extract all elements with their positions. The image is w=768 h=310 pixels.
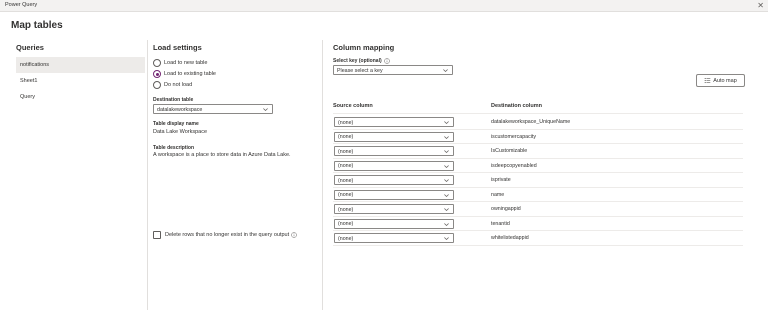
destination-column-value: iscustomercapacity [491,133,537,140]
table-row: (none) iscustomercapacity [333,130,743,144]
chevron-down-icon [444,208,449,212]
source-column-value: (none) [338,134,354,140]
page-title: Map tables [11,20,63,31]
chevron-down-icon [444,237,449,241]
source-column-value: (none) [338,148,354,155]
source-column-dropdown[interactable]: (none) [334,233,454,243]
load-settings-pane: Load settings Load to new table Load to … [153,40,315,310]
table-header-divider [333,113,743,114]
query-item-sheet1[interactable]: Sheet1 [16,73,145,89]
source-column-dropdown[interactable]: (none) [334,189,454,200]
table-description-label: Table description [153,145,195,151]
chevron-down-icon [443,69,448,73]
destination-column-value: name [491,191,505,198]
chevron-down-icon [444,150,449,154]
radio-circle[interactable] [153,81,161,89]
source-column-value: (none) [338,206,354,213]
select-key-label: Select key (optional) [333,58,382,64]
source-column-header: Source column [333,103,373,109]
source-column-value: (none) [338,177,354,184]
table-row: (none) owningappid [333,202,743,217]
radio-label: Do not load [164,82,193,88]
table-row: (none) isprivate [333,173,743,188]
table-row: (none) IsCustomizable [333,144,743,159]
column-mapping-heading: Column mapping [333,43,395,52]
table-display-name-value: Data Lake Workspace [153,128,208,135]
auto-map-label: Auto map [713,77,737,84]
pane-divider [322,40,323,310]
source-column-value: (none) [338,163,354,169]
destination-column-value: tenantid [491,220,510,227]
table-row: (none) whitelistedappid [333,231,743,246]
info-icon[interactable] [383,58,390,64]
radio-circle-selected[interactable] [153,70,161,78]
query-item-notifications[interactable]: notifications [16,57,145,73]
delete-rows-checkbox[interactable]: Delete rows that no longer exist in the … [153,231,297,239]
destination-column-header: Destination column [491,103,543,109]
chevron-down-icon [444,193,449,197]
source-column-dropdown[interactable]: (none) [334,131,454,142]
chevron-down-icon [444,135,449,139]
table-description-value: A workspace is a place to store data in … [153,152,291,158]
chevron-down-icon [444,179,449,183]
radio-load-to-new-table[interactable]: Load to new table [153,58,207,68]
source-column-value: (none) [338,192,354,198]
source-column-dropdown[interactable]: (none) [334,175,454,185]
radio-label: Load to new table [164,60,208,66]
pane-divider [147,40,148,310]
delete-rows-label: Delete rows that no longer exist in the … [165,232,290,238]
destination-table-dropdown[interactable]: datalakeworkspace [153,104,273,114]
select-key-dropdown[interactable]: Please select a key [333,65,453,75]
select-key-placeholder: Please select a key [337,67,383,74]
table-row: (none) datalakeworkspace_UniqueName [333,115,743,130]
destination-column-value: IsCustomizable [491,148,528,154]
chevron-down-icon [444,121,449,125]
column-mapping-pane: Column mapping Select key (optional) Ple… [333,40,749,310]
source-column-dropdown[interactable]: (none) [334,146,454,156]
radio-label: Load to existing table [164,71,216,77]
table-row: (none) isdeepcopyenabled [333,159,743,173]
radio-do-not-load[interactable]: Do not load [153,80,192,90]
select-key-label-row: Select key (optional) [333,58,390,64]
auto-map-button[interactable]: Auto map [696,74,745,87]
table-display-name-label: Table display name [153,121,199,127]
radio-circle[interactable] [153,59,161,67]
chevron-down-icon [263,108,268,112]
destination-column-value: isprivate [491,177,511,183]
checkbox-box[interactable] [153,231,161,239]
close-icon[interactable]: ✕ [757,0,764,11]
table-row: (none) tenantid [333,217,743,231]
load-settings-heading: Load settings [153,43,202,52]
window-title: Power Query [5,2,38,8]
source-column-dropdown[interactable]: (none) [334,218,454,229]
destination-column-value: datalakeworkspace_UniqueName [491,119,571,125]
source-column-dropdown[interactable]: (none) [334,117,454,127]
info-icon[interactable] [291,232,297,238]
table-row: (none) name [333,188,743,202]
source-column-value: (none) [338,235,354,242]
source-column-value: (none) [338,221,354,227]
source-column-value: (none) [338,119,354,126]
radio-load-to-existing-table[interactable]: Load to existing table [153,69,216,79]
source-column-dropdown[interactable]: (none) [334,204,454,214]
queries-pane: Queries notifications Sheet1 Query [12,40,146,310]
chevron-down-icon [444,222,449,226]
query-item-query[interactable]: Query [16,89,145,105]
window-titlebar: Power Query ✕ [0,0,768,12]
destination-column-value: owningappid [491,206,521,212]
destination-column-value: isdeepcopyenabled [491,162,537,169]
destination-column-value: whitelistedappid [491,235,529,241]
chevron-down-icon [444,164,449,168]
auto-map-icon [704,78,711,84]
queries-heading: Queries [16,43,44,52]
destination-table-label: Destination table [153,97,194,103]
destination-table-value: datalakeworkspace [157,106,203,113]
source-column-dropdown[interactable]: (none) [334,160,454,171]
